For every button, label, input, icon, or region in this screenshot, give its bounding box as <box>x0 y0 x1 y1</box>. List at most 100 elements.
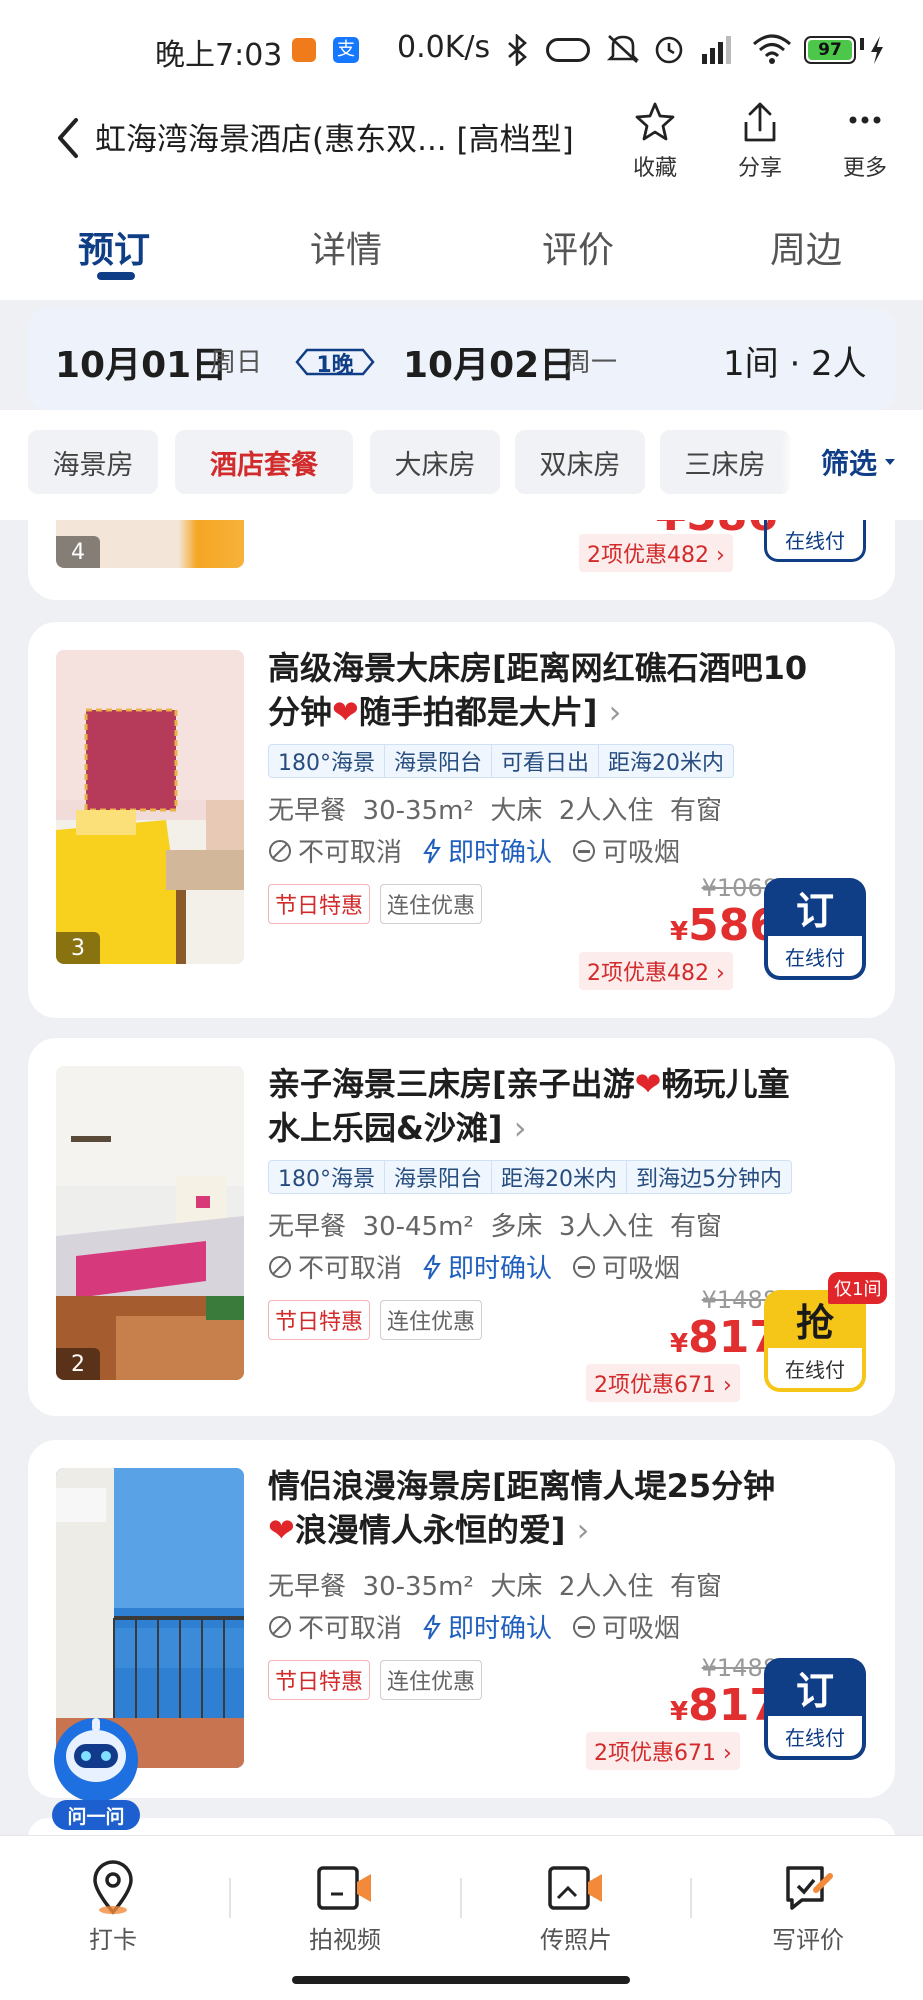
promo-tags: 节日特惠 连住优惠 <box>268 1660 483 1700</box>
room-policies: 不可取消 即时确认 可吸烟 <box>268 1248 680 1285</box>
photo-count: 4 <box>56 536 100 568</box>
no-cancel-icon <box>269 1615 291 1638</box>
video-icon <box>317 1866 371 1910</box>
book-button-label: 订 <box>795 1668 834 1713</box>
share-button[interactable]: 分享 <box>725 100 795 182</box>
book-button[interactable]: 订 在线付 <box>764 878 866 980</box>
favorite-button[interactable]: 收藏 <box>620 100 690 182</box>
record-video-label: 拍视频 <box>309 1926 381 1954</box>
feature-tag: 海景阳台 <box>385 745 493 777</box>
filter-button[interactable]: 筛选 <box>795 430 923 494</box>
smoking-icon <box>573 1615 596 1638</box>
battery-level: 97 <box>808 40 852 60</box>
promo-tag-multi-night: 连住优惠 <box>380 1660 483 1700</box>
filter-king-bed[interactable]: 大床房 <box>370 430 500 494</box>
policy-confirm: 即时确认 <box>448 1254 553 1284</box>
room-title[interactable]: 情侣浪漫海景房[距离情人堤25分钟 ❤浪漫情人永恒的爱] › <box>268 1464 878 1552</box>
write-review-icon <box>786 1866 833 1910</box>
tab-details[interactable]: 详情 <box>310 221 382 273</box>
signal-icon <box>702 36 731 64</box>
room-photo[interactable]: 2 <box>56 1066 244 1380</box>
link-icon <box>546 38 590 62</box>
filter-hotel-package[interactable]: 酒店套餐 <box>175 430 353 494</box>
discount-badge[interactable]: 2项优惠482 › <box>579 952 733 990</box>
write-review-button[interactable]: 写评价 <box>733 1856 883 1955</box>
heart-icon: ❤ <box>332 693 359 731</box>
upload-photo-button[interactable]: 传照片 <box>501 1856 651 1955</box>
room-title-line-2: 浪漫情人永恒的爱] <box>294 1511 566 1549</box>
room-title-line-2b: 随手拍都是大片] <box>358 693 598 731</box>
policy-confirm: 即时确认 <box>448 838 553 868</box>
currency-symbol: ¥ <box>670 1697 689 1727</box>
policy-smoking: 可吸烟 <box>602 838 681 868</box>
discount-badge[interactable]: 2项优惠671 › <box>586 1364 740 1402</box>
room-photo[interactable]: 3 <box>56 650 244 964</box>
divider <box>460 1878 462 1918</box>
feature-tag: 180°海景 <box>269 745 385 777</box>
checkin-button[interactable]: 打卡 <box>38 1856 188 1955</box>
discount-badge[interactable]: 2项优惠671 › <box>586 1732 740 1770</box>
grab-deal-button[interactable]: 抢 在线付 <box>764 1290 866 1392</box>
checkin-weekday: 周日 <box>210 348 263 378</box>
room-photo-image <box>56 650 244 964</box>
assistant-label: 问一问 <box>52 1800 140 1830</box>
home-indicator[interactable] <box>292 1976 630 1984</box>
book-button-sublabel: 在线付 <box>768 1716 862 1756</box>
robot-assistant-icon <box>54 1718 138 1802</box>
room-card-partial[interactable]: 4 ¥586 2项优惠482 › 在线付 <box>28 520 895 600</box>
room-card[interactable]: 情侣浪漫海景房[距离情人堤25分钟 ❤浪漫情人永恒的爱] › 无早餐 30-35… <box>28 1440 895 1798</box>
grab-button-sublabel: 在线付 <box>768 1348 862 1388</box>
tab-bar: 预订 详情 评价 周边 <box>0 205 923 300</box>
checkin-date[interactable]: 10月01日 <box>55 336 227 388</box>
discount-partial[interactable]: 2项优惠482 › <box>579 534 733 572</box>
promo-tag-multi-night: 连住优惠 <box>380 1300 483 1340</box>
original-price: ¥1068 <box>701 874 778 902</box>
alipay-icon: 支 <box>333 37 359 63</box>
filter-triple-bed[interactable]: 三床房 <box>660 430 790 494</box>
status-time: 晚上7:03 <box>155 38 283 73</box>
room-card[interactable]: 2 亲子海景三床房[亲子出游❤畅玩儿童 水上乐园&沙滩] › 180°海景 海景阳… <box>28 1038 895 1416</box>
room-card[interactable]: 3 高级海景大床房[距离网红礁石酒吧10 分钟❤随手拍都是大片] › 180°海… <box>28 622 895 1018</box>
room-title[interactable]: 高级海景大床房[距离网红礁石酒吧10 分钟❤随手拍都是大片] › <box>268 646 878 734</box>
currency-symbol: ¥ <box>670 1329 689 1359</box>
record-video-button[interactable]: 拍视频 <box>270 1856 420 1955</box>
assistant-button[interactable]: 问一问 <box>46 1706 146 1832</box>
heart-icon: ❤ <box>634 1065 662 1103</box>
policy-confirm: 即时确认 <box>448 1614 553 1644</box>
back-arrow-icon[interactable] <box>52 114 84 162</box>
room-photo-partial[interactable]: 4 <box>56 520 244 568</box>
room-title[interactable]: 亲子海景三床房[亲子出游❤畅玩儿童 水上乐园&沙滩] › <box>268 1062 878 1150</box>
hotel-title[interactable]: 虹海湾海景酒店(惠东双... [高档型] <box>95 114 574 159</box>
checkout-date[interactable]: 10月02日 <box>403 336 575 388</box>
policy-cancel: 不可取消 <box>298 838 403 868</box>
room-filter-bar: 海景房 酒店套餐 大床房 双床房 三床房 筛选 <box>0 410 923 520</box>
promo-tag-holiday: 节日特惠 <box>268 1660 371 1700</box>
filter-twin-bed[interactable]: 双床房 <box>515 430 645 494</box>
battery-tip <box>860 38 864 50</box>
filter-sea-view[interactable]: 海景房 <box>28 430 158 494</box>
header-bar: 虹海湾海景酒店(惠东双... [高档型] 收藏 分享 更多 <box>0 100 923 205</box>
tab-nearby[interactable]: 周边 <box>770 221 842 273</box>
policy-cancel: 不可取消 <box>298 1614 403 1644</box>
room-policies: 不可取消 即时确认 可吸烟 <box>268 1608 680 1645</box>
book-button[interactable]: 订 在线付 <box>764 1658 866 1760</box>
promo-tag-holiday: 节日特惠 <box>268 884 371 924</box>
charging-icon <box>871 36 883 64</box>
original-price: ¥1488 <box>701 1286 778 1314</box>
rooms-guests[interactable]: 1间 · 2人 <box>723 336 867 385</box>
room-description: 无早餐 30-45m² 多床 3人入住 有窗 <box>268 1212 722 1242</box>
bottom-action-bar: 打卡 拍视频 传照片 写评价 <box>0 1835 923 2000</box>
tab-reviews[interactable]: 评价 <box>542 221 614 273</box>
location-pin-icon <box>93 1860 133 1915</box>
promo-tags: 节日特惠 连住优惠 <box>268 1300 483 1340</box>
room-photo-image <box>56 1066 244 1380</box>
active-tab-indicator <box>97 272 135 280</box>
limited-stock-badge: 仅1间 <box>828 1272 888 1304</box>
photo-count: 3 <box>56 932 100 964</box>
date-selector[interactable]: 10月01日 周日 1晚 10月02日 周一 1间 · 2人 <box>28 308 896 410</box>
book-button-partial[interactable]: 在线付 <box>764 520 866 562</box>
tab-booking[interactable]: 预订 <box>78 221 150 273</box>
feature-tag: 海景阳台 <box>385 1161 493 1193</box>
more-button[interactable]: 更多 <box>830 100 900 182</box>
status-bar: 晚上7:03 支 0.0K/s 97 <box>0 0 923 100</box>
